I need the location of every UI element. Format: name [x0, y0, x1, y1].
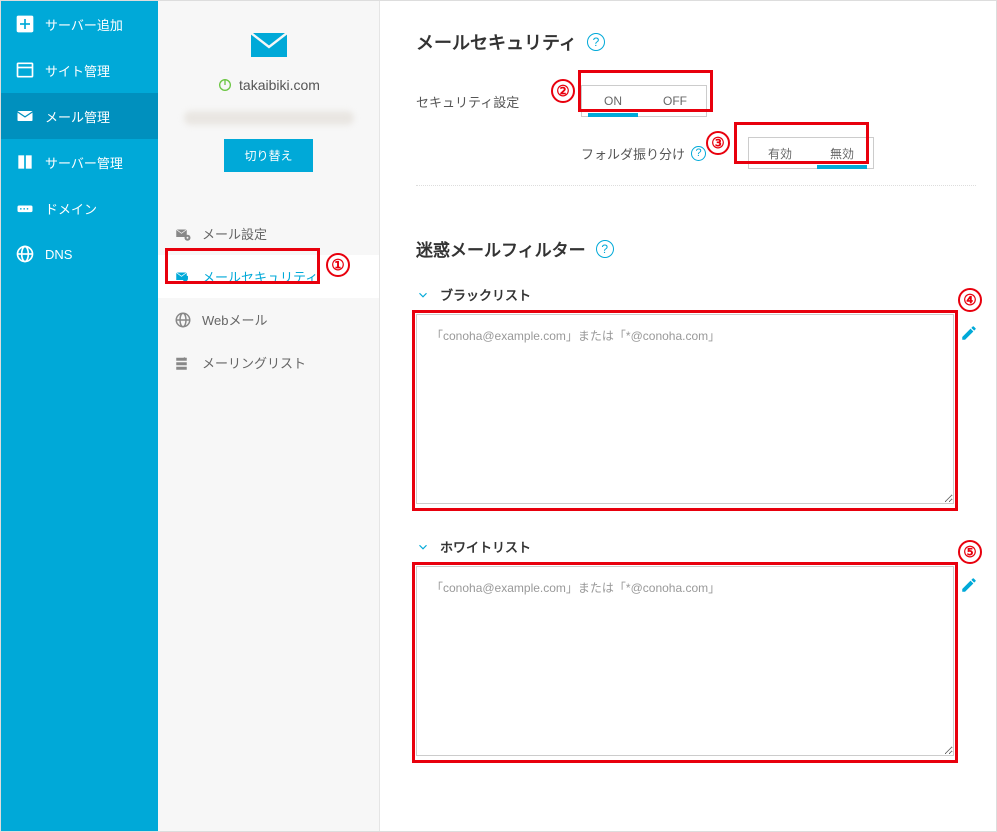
mail-large-icon — [245, 21, 293, 69]
app-root: サーバー追加 サイト管理 メール管理 サーバー管理 ドメイン DNS — [0, 0, 997, 832]
domain-row: takaibiki.com — [217, 77, 320, 93]
whitelist-textarea[interactable] — [416, 566, 954, 756]
toggle-on[interactable]: ON — [582, 86, 644, 116]
security-setting-label: セキュリティ設定 — [416, 92, 581, 111]
submenu-label: メール設定 — [202, 224, 267, 243]
mail-shield-icon — [174, 268, 192, 286]
spam-filter-title: 迷惑メールフィルター ? — [416, 236, 976, 261]
submenu-webmail[interactable]: Webメール — [158, 298, 379, 341]
nav-site-manage[interactable]: サイト管理 — [1, 47, 158, 93]
plus-icon — [15, 14, 35, 34]
chevron-down-icon — [416, 540, 430, 554]
power-icon — [217, 77, 233, 93]
blurred-info — [184, 111, 354, 125]
mail-gear-icon — [174, 225, 192, 243]
chevron-down-icon — [416, 288, 430, 302]
toggle-off[interactable]: OFF — [644, 86, 706, 116]
security-setting-row: セキュリティ設定 ON OFF ② — [416, 75, 976, 127]
submenu-label: Webメール — [202, 310, 268, 329]
annotation-num-3: ③ — [706, 131, 730, 155]
help-icon[interactable]: ? — [691, 146, 706, 161]
blacklist-textarea[interactable] — [416, 314, 954, 504]
nav-dns[interactable]: DNS — [1, 231, 158, 277]
folder-sort-toggle: 有効 無効 — [748, 137, 874, 169]
nav-mail-manage[interactable]: メール管理 — [1, 93, 158, 139]
sub-menu: メール設定 メールセキュリティ Webメール メーリングリスト — [158, 212, 379, 384]
nav-label: サーバー追加 — [45, 15, 123, 34]
nav-label: DNS — [45, 247, 72, 262]
domain-name: takaibiki.com — [239, 77, 320, 93]
submenu-mail-settings[interactable]: メール設定 — [158, 212, 379, 255]
window-icon — [15, 60, 35, 80]
blacklist-box: ④ — [416, 314, 976, 507]
nav-domain[interactable]: ドメイン — [1, 185, 158, 231]
globe-icon — [15, 244, 35, 264]
nav-label: ドメイン — [45, 199, 97, 218]
mail-security-title: メールセキュリティ ? — [416, 29, 976, 55]
folder-sort-row: フォルダ振り分け ? 有効 無効 ③ — [416, 127, 976, 179]
nav-label: サイト管理 — [45, 61, 110, 80]
domain-header: takaibiki.com 切り替え — [158, 21, 379, 182]
title-text: メールセキュリティ — [416, 29, 577, 55]
blacklist-label: ブラックリスト — [440, 285, 531, 304]
whitelist-label: ホワイトリスト — [440, 537, 531, 556]
nav-server-manage[interactable]: サーバー管理 — [1, 139, 158, 185]
server-icon — [15, 152, 35, 172]
title-text: 迷惑メールフィルター — [416, 236, 586, 261]
main-nav: サーバー追加 サイト管理 メール管理 サーバー管理 ドメイン DNS — [1, 1, 158, 831]
divider — [416, 185, 976, 186]
security-toggle: ON OFF — [581, 85, 707, 117]
sub-panel: takaibiki.com 切り替え メール設定 メールセキュリティ Webメー… — [158, 1, 380, 831]
help-icon[interactable]: ? — [596, 240, 614, 258]
nav-label: メール管理 — [45, 107, 110, 126]
submenu-mail-security[interactable]: メールセキュリティ — [158, 255, 379, 298]
whitelist-header[interactable]: ホワイトリスト — [416, 537, 976, 556]
help-icon[interactable]: ? — [587, 33, 605, 51]
submenu-label: メールセキュリティ — [202, 267, 318, 286]
submenu-label: メーリングリスト — [202, 353, 306, 372]
toggle-enable[interactable]: 有効 — [749, 138, 811, 168]
content-area: メールセキュリティ ? セキュリティ設定 ON OFF ② フォルダ振り分け ?… — [380, 1, 996, 831]
pencil-icon[interactable] — [960, 576, 978, 594]
folder-sort-label: フォルダ振り分け — [581, 144, 685, 163]
mail-icon — [15, 106, 35, 126]
webmail-icon — [174, 311, 192, 329]
whitelist-box: ⑤ — [416, 566, 976, 759]
nav-add-server[interactable]: サーバー追加 — [1, 1, 158, 47]
domain-icon — [15, 198, 35, 218]
switch-button[interactable]: 切り替え — [224, 139, 312, 172]
toggle-disable[interactable]: 無効 — [811, 138, 873, 168]
blacklist-header[interactable]: ブラックリスト — [416, 285, 976, 304]
submenu-mailing-list[interactable]: メーリングリスト — [158, 341, 379, 384]
mailing-list-icon — [174, 354, 192, 372]
pencil-icon[interactable] — [960, 324, 978, 342]
nav-label: サーバー管理 — [45, 153, 123, 172]
